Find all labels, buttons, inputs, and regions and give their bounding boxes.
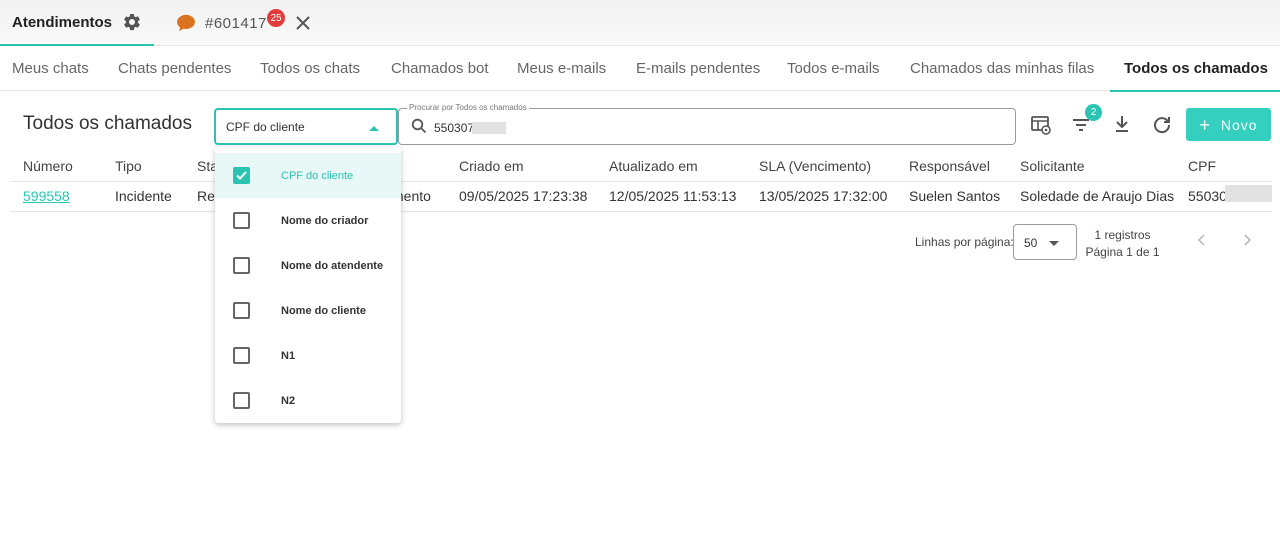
column-header-responsavel[interactable]: Responsável: [909, 158, 990, 174]
checkbox[interactable]: [233, 302, 250, 319]
dropdown-option-label: N1: [281, 349, 296, 362]
new-button-label: Novo: [1220, 116, 1258, 133]
column-header-criado-em[interactable]: Criado em: [459, 158, 524, 174]
column-header-atualizado-em[interactable]: Atualizado em: [609, 158, 698, 174]
checkbox[interactable]: [233, 167, 250, 184]
ticket-number-link[interactable]: 599558: [23, 188, 70, 204]
nav-tabs: Meus chats Chats pendentes Todos os chat…: [0, 47, 1280, 92]
cell-solicitante: Soledade de Araujo Dias: [1020, 188, 1175, 204]
checkbox[interactable]: [233, 212, 250, 229]
column-header-cpf[interactable]: CPF: [1188, 158, 1216, 174]
filter-count-badge: 2: [1085, 104, 1102, 121]
table-view-icon[interactable]: [1030, 114, 1052, 136]
cell-criado-em: 09/05/2025 17:23:38: [459, 188, 588, 204]
column-header-numero[interactable]: Número: [23, 158, 73, 174]
pagination-info: 1 registros Página 1 de 1: [1085, 227, 1160, 261]
tab-atendimentos-label: Atendimentos: [12, 13, 113, 31]
check-icon: [236, 171, 247, 180]
tab-chamados-bot[interactable]: Chamados bot: [391, 60, 489, 77]
unread-badge: 25: [267, 9, 285, 27]
dropdown-option-cpf-do-cliente[interactable]: CPF do cliente: [215, 153, 401, 198]
dropdown-option-n2[interactable]: N2: [215, 378, 401, 423]
checkbox[interactable]: [233, 347, 250, 364]
column-header-tipo[interactable]: Tipo: [115, 158, 142, 174]
top-bar: Atendimentos #601417 25: [0, 0, 1280, 46]
close-icon[interactable]: [294, 14, 312, 32]
dropdown-option-label: Nome do criador: [281, 214, 369, 227]
chat-bubble-icon: [177, 14, 195, 32]
search-field-select[interactable]: CPF do cliente: [214, 108, 398, 145]
caret-down-icon: [1049, 241, 1059, 246]
plus-icon: +: [1199, 114, 1211, 135]
dropdown-option-label: Nome do cliente: [281, 304, 366, 317]
page-title: Todos os chamados: [23, 113, 192, 134]
tab-atendimentos[interactable]: Atendimentos: [0, 0, 154, 46]
chat-tab-id: #601417: [205, 14, 267, 32]
cell-tipo: Incidente: [115, 188, 172, 204]
cell-cpf: 55030: [1188, 188, 1227, 204]
rows-per-page-value: 50: [1024, 236, 1038, 250]
cell-sla: 13/05/2025 17:32:00: [759, 188, 888, 204]
column-header-sla[interactable]: SLA (Vencimento): [759, 158, 871, 174]
tab-chamados-das-minhas-filas[interactable]: Chamados das minhas filas: [910, 60, 1094, 77]
tab-meus-emails[interactable]: Meus e-mails: [517, 60, 606, 77]
cell-atualizado-em: 12/05/2025 11:53:13: [609, 188, 737, 204]
tab-todos-os-chamados[interactable]: Todos os chamados: [1110, 60, 1280, 92]
new-button[interactable]: + Novo: [1186, 108, 1271, 141]
search-field-select-value: CPF do cliente: [226, 120, 305, 134]
checkbox[interactable]: [233, 392, 250, 409]
gear-icon[interactable]: [122, 12, 142, 32]
dropdown-option-n1[interactable]: N1: [215, 333, 401, 378]
records-count: 1 registros: [1094, 228, 1151, 242]
search-field-dropdown: CPF do cliente Nome do criador Nome do a…: [215, 147, 401, 423]
dropdown-option-label: N2: [281, 394, 296, 407]
redacted-block: [1225, 185, 1272, 202]
search-input-value: 550307: [434, 121, 475, 135]
dropdown-option-nome-do-criador[interactable]: Nome do criador: [215, 198, 401, 243]
tab-emails-pendentes[interactable]: E-mails pendentes: [636, 60, 760, 77]
rows-per-page-label: Linhas por página:: [915, 235, 1014, 249]
tab-meus-chats[interactable]: Meus chats: [12, 60, 89, 77]
row-divider: [10, 211, 1272, 212]
dropdown-option-label: Nome do atendente: [281, 259, 384, 272]
tab-todos-os-chats[interactable]: Todos os chats: [260, 60, 360, 77]
chat-tab[interactable]: #601417 25: [176, 0, 310, 46]
tab-chats-pendentes[interactable]: Chats pendentes: [118, 60, 231, 77]
cell-responsavel: Suelen Santos: [909, 188, 1001, 204]
search-input-legend: Procurar por Todos os chamados: [407, 103, 529, 112]
dropdown-option-nome-do-atendente[interactable]: Nome do atendente: [215, 243, 401, 288]
chevron-left-icon[interactable]: [1194, 232, 1210, 248]
redacted-block: [472, 122, 506, 134]
search-icon: [411, 118, 427, 134]
download-icon[interactable]: [1111, 113, 1133, 135]
dropdown-option-nome-do-cliente[interactable]: Nome do cliente: [215, 288, 401, 333]
header-divider: [10, 181, 1272, 182]
checkbox[interactable]: [233, 257, 250, 274]
tab-todos-emails[interactable]: Todos e-mails: [787, 60, 880, 77]
page-indicator: Página 1 de 1: [1085, 245, 1160, 259]
caret-up-icon: [369, 126, 379, 131]
refresh-icon[interactable]: [1151, 114, 1173, 136]
rows-per-page-select[interactable]: 50: [1013, 224, 1077, 260]
chevron-right-icon[interactable]: [1239, 232, 1255, 248]
column-header-solicitante[interactable]: Solicitante: [1020, 158, 1085, 174]
dropdown-option-label: CPF do cliente: [281, 169, 354, 182]
